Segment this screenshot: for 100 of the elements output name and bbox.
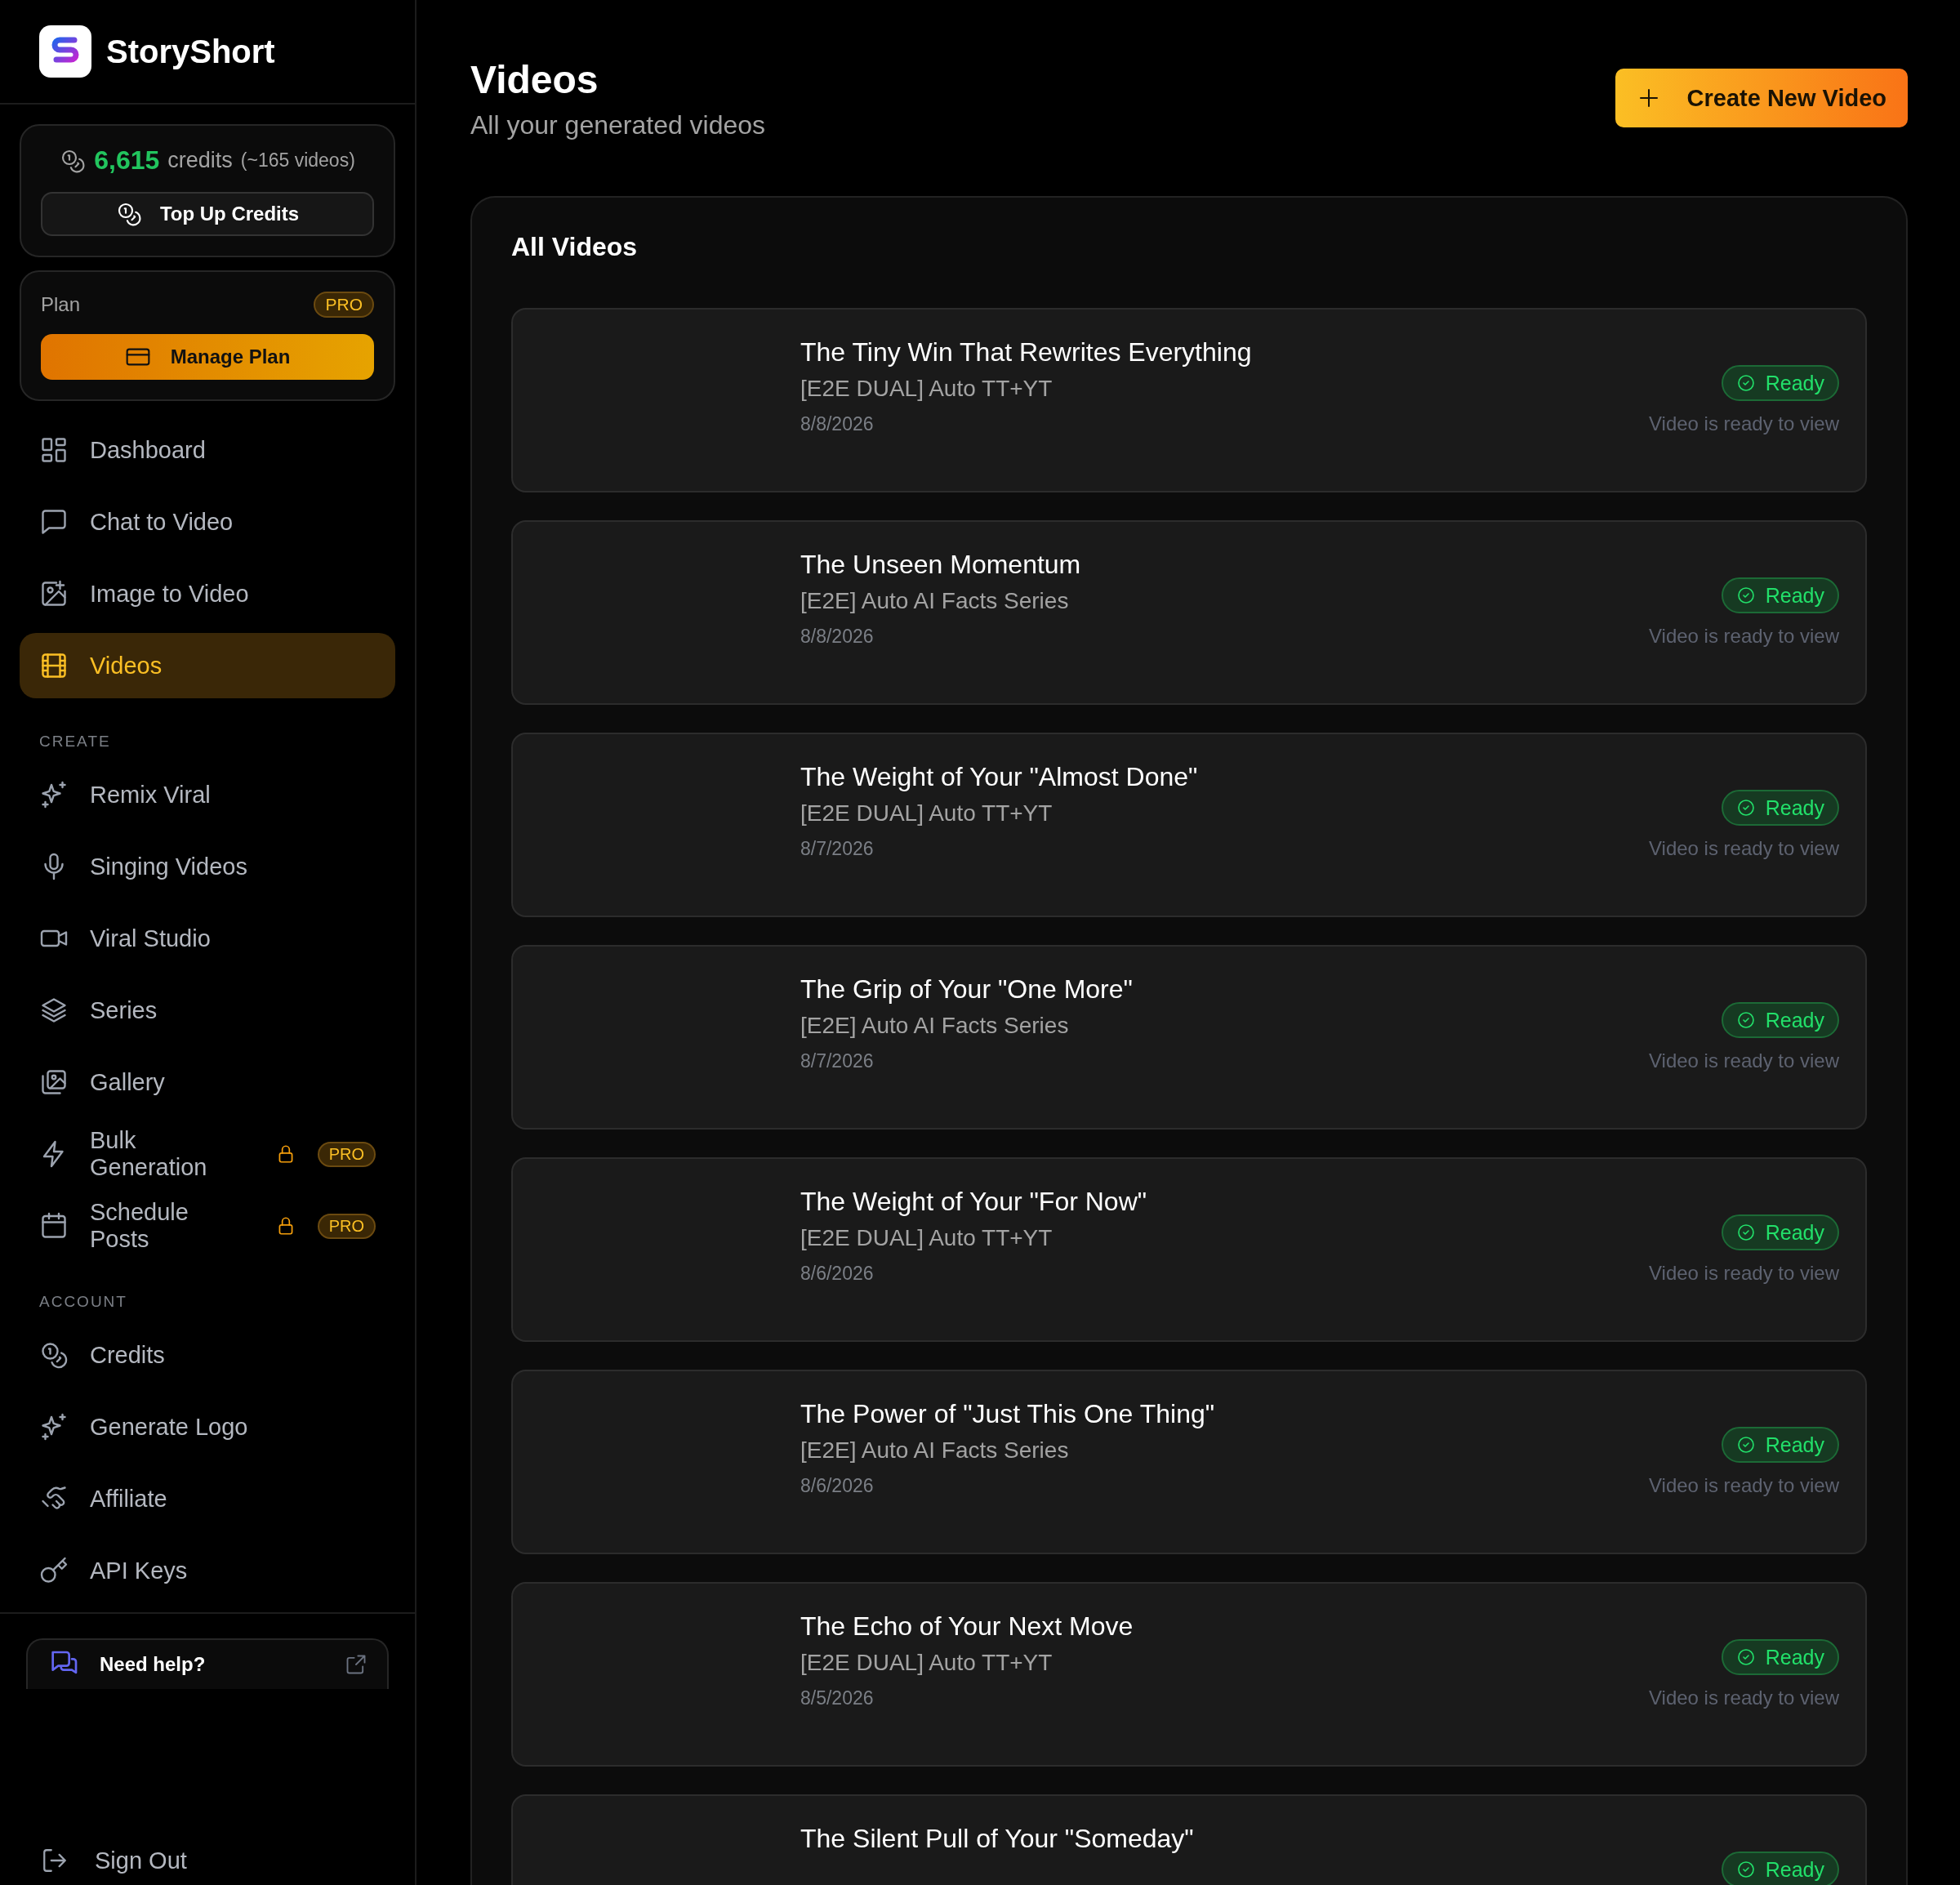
check-circle-icon (1735, 1435, 1756, 1455)
status-badge: Ready (1721, 1639, 1839, 1675)
video-title: The Grip of Your "One More" (800, 974, 1134, 1005)
chat-bubble-icon (39, 507, 69, 537)
sidebar-item[interactable]: Videos (20, 633, 395, 698)
video-date: 8/8/2026 (800, 626, 875, 648)
video-card[interactable]: The Weight of Your "For Now" [E2E DUAL] Auto TT+YT 8/6/2026 Ready Video is ready to view (511, 1157, 1867, 1342)
video-card[interactable]: The Unseen Momentum [E2E] Auto AI Facts Series 8/8/2026 Ready Video is ready to view (511, 520, 1867, 705)
video-series: [E2E DUAL] Auto TT+YT (800, 1650, 1054, 1676)
external-link-icon (345, 1653, 368, 1676)
sparkles-icon (39, 1412, 69, 1442)
status-badge: Ready (1721, 1427, 1839, 1463)
check-circle-icon (1735, 1647, 1756, 1667)
sidebar-item[interactable]: Remix Viral (20, 762, 395, 827)
help-title: Need help? (100, 1653, 207, 1676)
status-note: Video is ready to view (1649, 412, 1839, 435)
video-title: The Power of "Just This One Thing" (800, 1399, 1216, 1429)
sparkles-icon (39, 780, 69, 809)
image-plus-icon (39, 579, 69, 608)
help-card[interactable]: Need help? (26, 1638, 389, 1689)
video-date: 8/8/2026 (800, 413, 875, 435)
gallery-icon (39, 1067, 69, 1097)
video-title: The Weight of Your "For Now" (800, 1187, 1148, 1217)
credits-estimate: (~165 videos) (240, 149, 355, 172)
dashboard-icon (39, 435, 69, 465)
sidebar-item[interactable]: Affiliate (20, 1466, 395, 1531)
check-circle-icon (1735, 1010, 1756, 1030)
page-title: Videos (470, 57, 599, 102)
sidebar-item[interactable]: API Keys (20, 1538, 395, 1603)
video-card[interactable]: The Silent Pull of Your "Someday" Ready (511, 1794, 1867, 1885)
video-series: [E2E DUAL] Auto TT+YT (800, 1225, 1054, 1251)
status-note: Video is ready to view (1649, 1687, 1839, 1709)
status-badge: Ready (1721, 1852, 1839, 1885)
status-badge: Ready (1721, 790, 1839, 826)
key-icon (39, 1556, 69, 1585)
video-title: The Unseen Momentum (800, 550, 1082, 580)
video-series: [E2E] Auto AI Facts Series (800, 1437, 1070, 1464)
plan-label: Plan (41, 293, 81, 316)
status-note: Video is ready to view (1649, 837, 1839, 860)
brand-name: StoryShort (106, 33, 275, 70)
video-title: The Echo of Your Next Move (800, 1611, 1134, 1642)
video-date: 8/6/2026 (800, 1475, 875, 1497)
video-series: [E2E DUAL] Auto TT+YT (800, 376, 1054, 402)
sidebar-item[interactable]: Gallery (20, 1049, 395, 1115)
video-series: [E2E] Auto AI Facts Series (800, 588, 1070, 614)
check-circle-icon (1735, 586, 1756, 605)
sidebar-item[interactable]: Chat to Video (20, 489, 395, 555)
sidebar-item[interactable]: Series (20, 978, 395, 1043)
sidebar-item[interactable]: Bulk Generation PRO (20, 1121, 395, 1187)
create-new-video-button[interactable]: Create New Video (1615, 69, 1908, 127)
status-badge: Ready (1721, 1002, 1839, 1038)
status-note: Video is ready to view (1649, 625, 1839, 648)
status-note: Video is ready to view (1649, 1049, 1839, 1072)
page-subtitle: All your generated videos (470, 110, 766, 140)
sidebar-item[interactable]: Image to Video (20, 561, 395, 626)
video-title: The Silent Pull of Your "Someday" (800, 1824, 1195, 1854)
logo-icon (39, 25, 91, 78)
sidebar-item[interactable]: Generate Logo (20, 1394, 395, 1459)
status-badge: Ready (1721, 577, 1839, 613)
status-note: Video is ready to view (1649, 1474, 1839, 1497)
film-icon (39, 651, 69, 680)
status-note: Video is ready to view (1649, 1262, 1839, 1285)
pro-badge: PRO (317, 1213, 376, 1239)
coins-icon (39, 1340, 69, 1370)
pro-badge: PRO (317, 1141, 376, 1167)
top-up-credits-button[interactable]: Top Up Credits (41, 192, 374, 236)
check-circle-icon (1735, 373, 1756, 393)
sidebar-item[interactable]: Schedule Posts PRO (20, 1193, 395, 1259)
section-heading: CREATE (38, 732, 112, 751)
video-card[interactable]: The Power of "Just This One Thing" [E2E] Auto AI Facts Series 8/6/2026 Ready Video is ready to view (511, 1370, 1867, 1554)
pro-badge: PRO (314, 292, 374, 318)
check-circle-icon (1735, 798, 1756, 818)
video-date: 8/6/2026 (800, 1263, 875, 1285)
layers-icon (39, 996, 69, 1025)
video-date: 8/7/2026 (800, 1050, 875, 1072)
sidebar-item[interactable]: Dashboard (20, 417, 395, 483)
section-heading: ACCOUNT (38, 1292, 128, 1312)
manage-plan-button[interactable]: Manage Plan (41, 334, 374, 380)
panel-title: All Videos (511, 232, 639, 262)
sign-out-button[interactable]: Sign Out (26, 1836, 389, 1885)
credits-amount: 6,615 (94, 145, 160, 176)
check-circle-icon (1735, 1860, 1756, 1879)
sidebar-item[interactable]: Credits (20, 1322, 395, 1388)
video-card[interactable]: The Grip of Your "One More" [E2E] Auto AI Facts Series 8/7/2026 Ready Video is ready to view (511, 945, 1867, 1130)
video-card[interactable]: The Weight of Your "Almost Done" [E2E DUAL] Auto TT+YT 8/7/2026 Ready Video is ready to view (511, 733, 1867, 917)
video-card[interactable]: The Tiny Win That Rewrites Everything [E2E DUAL] Auto TT+YT 8/8/2026 Ready Video is ready to view (511, 308, 1867, 492)
status-badge: Ready (1721, 365, 1839, 401)
video-title: The Weight of Your "Almost Done" (800, 762, 1199, 792)
check-circle-icon (1735, 1223, 1756, 1242)
sidebar-item[interactable]: Viral Studio (20, 906, 395, 971)
video-series: [E2E] Auto AI Facts Series (800, 1013, 1070, 1039)
sidebar-item[interactable]: Singing Videos (20, 834, 395, 899)
credits-label: credits (167, 148, 233, 173)
sign-out-icon (41, 1847, 69, 1874)
video-title: The Tiny Win That Rewrites Everything (800, 337, 1253, 368)
video-date: 8/5/2026 (800, 1687, 875, 1709)
status-badge: Ready (1721, 1214, 1839, 1250)
video-series: [E2E DUAL] Auto TT+YT (800, 800, 1054, 827)
video-card[interactable]: The Echo of Your Next Move [E2E DUAL] Auto TT+YT 8/5/2026 Ready Video is ready to view (511, 1582, 1867, 1767)
video-date: 8/7/2026 (800, 838, 875, 860)
